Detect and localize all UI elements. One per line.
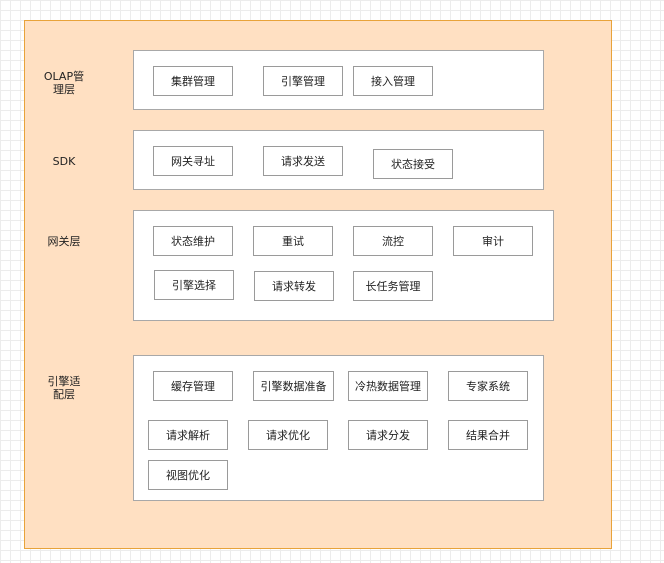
layer-label-gateway: 网关层 (47, 235, 81, 248)
box-access-management: 接入管理 (353, 66, 433, 96)
box-cluster-management: 集群管理 (153, 66, 233, 96)
box-request-optimization: 请求优化 (248, 420, 328, 450)
box-gateway-addressing: 网关寻址 (153, 146, 233, 176)
box-status-maintenance: 状态维护 (153, 226, 233, 256)
box-cache-management: 缓存管理 (153, 371, 233, 401)
box-result-merge: 结果合并 (448, 420, 528, 450)
box-request-dispatch: 请求分发 (348, 420, 428, 450)
layer-label-sdk: SDK (52, 155, 76, 168)
box-long-task-management: 长任务管理 (353, 271, 433, 301)
box-retry: 重试 (253, 226, 333, 256)
box-request-parsing: 请求解析 (148, 420, 228, 450)
box-engine-selection: 引擎选择 (154, 270, 234, 300)
box-audit: 审计 (453, 226, 533, 256)
box-engine-data-prep: 引擎数据准备 (253, 371, 334, 401)
box-expert-system: 专家系统 (448, 371, 528, 401)
box-request-sending: 请求发送 (263, 146, 343, 176)
box-engine-management: 引擎管理 (263, 66, 343, 96)
box-status-receiving: 状态接受 (373, 149, 453, 179)
box-request-forwarding: 请求转发 (254, 271, 334, 301)
box-view-optimization: 视图优化 (148, 460, 228, 490)
box-flow-control: 流控 (353, 226, 433, 256)
box-hot-cold-data-management: 冷热数据管理 (348, 371, 428, 401)
layer-label-olap: OLAP管 理层 (43, 70, 85, 96)
layer-label-engine-adaptation: 引擎适 配层 (47, 375, 81, 401)
